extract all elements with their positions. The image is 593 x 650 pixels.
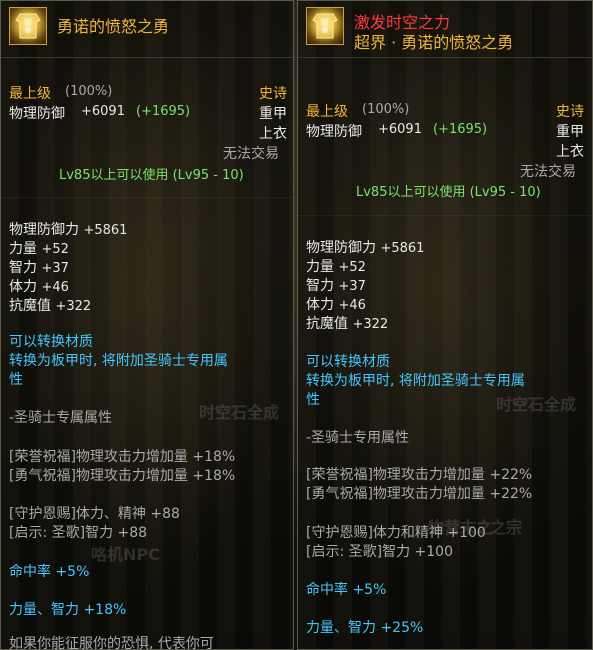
stat-value: +322 [55, 299, 92, 314]
trade-status: 无法交易 [223, 146, 279, 162]
paladin-header: -圣骑士专属属性 [9, 410, 113, 426]
armor-type: 重甲 [259, 106, 287, 122]
armor-type: 重甲 [556, 124, 584, 140]
convert-description-end: 性 [306, 392, 320, 408]
stat-label: 物理防御力 [306, 240, 376, 256]
trade-status: 无法交易 [520, 164, 576, 180]
defense-value: +6091 [378, 122, 422, 137]
defense-bonus: (+1695) [136, 104, 191, 119]
revelation-line: [启示: 圣歌]智力 +100 [306, 544, 453, 560]
hit-rate: 命中率 +5% [306, 582, 387, 598]
defense-value: +6091 [81, 104, 125, 119]
stat-value: +5861 [380, 241, 425, 256]
stat-label: 抗魔值 [9, 298, 51, 314]
stat-row: 智力 +37 [9, 257, 69, 277]
defense-label: 物理防御 [9, 106, 65, 122]
stat-label: 体力 [9, 279, 37, 295]
right-item-tooltip: 激发时空之力 超界 · 勇诺的愤怒之勇 最上级 (100%) 史诗 物理防御 +… [297, 0, 593, 650]
watermark-npc: 咯机NPC [91, 545, 160, 564]
stat-value: +37 [338, 279, 366, 294]
divider [298, 215, 592, 216]
item-title: 勇诺的愤怒之勇 [57, 17, 170, 36]
convert-description-end: 性 [9, 372, 23, 388]
defense-label: 物理防御 [306, 124, 362, 140]
guardian-line: [守护恩赐]体力和精神 +100 [306, 525, 486, 541]
golden-armor-icon[interactable] [9, 7, 47, 45]
armor-slot: 上衣 [556, 144, 584, 160]
convert-material: 可以转换材质 [9, 334, 93, 350]
blessing-line: [荣誉祝福]物理攻击力增加量 +22% [306, 467, 533, 483]
convert-material: 可以转换材质 [306, 354, 390, 370]
tooltip-header: 勇诺的愤怒之勇 [1, 1, 293, 58]
stat-row: 力量 +52 [306, 256, 366, 276]
guardian-line: [守护恩赐]体力、精神 +88 [9, 506, 180, 522]
armor-slot: 上衣 [259, 126, 287, 142]
stat-label: 智力 [306, 278, 334, 294]
tooltip-comparison-screen: 勇诺的愤怒之勇 最上级 (100%) 史诗 物理防御 +6091 (+1695)… [0, 0, 593, 650]
item-title: 超界 · 勇诺的愤怒之勇 [354, 33, 514, 52]
stat-row: 抗魔值 +322 [9, 295, 91, 315]
blessing-line: [勇气祝福]物理攻击力增加量 +18% [9, 468, 236, 484]
stat-value: +322 [352, 317, 389, 332]
grade-percent: (100%) [362, 102, 410, 117]
golden-armor-icon[interactable] [306, 7, 344, 45]
level-requirement: Lv85以上可以使用 (Lv95 - 10) [356, 185, 541, 200]
rarity-label: 史诗 [556, 104, 584, 120]
stat-value: +46 [338, 298, 366, 313]
armor-icon-graphic [15, 13, 41, 39]
blessing-line: [荣誉祝福]物理攻击力增加量 +18% [9, 449, 236, 465]
stat-label: 智力 [9, 260, 37, 276]
stat-row: 力量 +52 [9, 238, 69, 258]
stat-value: +52 [41, 242, 69, 257]
left-item-tooltip: 勇诺的愤怒之勇 最上级 (100%) 史诗 物理防御 +6091 (+1695)… [0, 0, 294, 650]
blessing-line: [勇气祝福]物理攻击力增加量 +22% [306, 486, 533, 502]
rarity-label: 史诗 [259, 86, 287, 102]
stat-row: 抗魔值 +322 [306, 313, 388, 333]
stat-value: +5861 [83, 223, 128, 238]
grade-label: 最上级 [9, 86, 51, 102]
watermark-time-stone: 时空石全成 [496, 395, 577, 414]
grade-label: 最上级 [306, 104, 348, 120]
paladin-header: -圣骑士专用属性 [306, 430, 410, 446]
convert-description: 转换为板甲时, 将附加圣骑士专用属 [9, 353, 228, 369]
divider [1, 197, 293, 198]
str-int-bonus: 力量、智力 +18% [9, 602, 127, 618]
stat-value: +37 [41, 261, 69, 276]
revelation-line: [启示: 圣歌]智力 +88 [9, 525, 148, 541]
stat-row: 体力 +46 [9, 276, 69, 296]
flavor-text: 如果你能征服你的恐惧, 代表你可 [9, 636, 214, 650]
stat-label: 抗魔值 [306, 316, 348, 332]
watermark-mark: 之宗 [490, 518, 523, 537]
stat-label: 物理防御力 [9, 222, 79, 238]
hit-rate: 命中率 +5% [9, 564, 90, 580]
stat-row: 智力 +37 [306, 275, 366, 295]
stat-value: +46 [41, 280, 69, 295]
stat-label: 力量 [306, 259, 334, 275]
stat-row: 物理防御力 +5861 [9, 219, 127, 239]
level-requirement: Lv85以上可以使用 (Lv95 - 10) [59, 168, 244, 183]
stat-label: 力量 [9, 241, 37, 257]
watermark-time-stone: 时空石全成 [199, 403, 280, 422]
stat-row: 体力 +46 [306, 294, 366, 314]
str-int-bonus: 力量、智力 +25% [306, 620, 424, 636]
stat-value: +52 [338, 260, 366, 275]
tooltip-header: 激发时空之力 超界 · 勇诺的愤怒之勇 [298, 1, 592, 58]
stat-row: 物理防御力 +5861 [306, 237, 424, 257]
stat-label: 体力 [306, 297, 334, 313]
grade-percent: (100%) [65, 84, 113, 99]
defense-bonus: (+1695) [433, 122, 488, 137]
convert-description: 转换为板甲时, 将附加圣骑士专用属 [306, 373, 525, 389]
armor-icon-graphic [312, 13, 338, 39]
